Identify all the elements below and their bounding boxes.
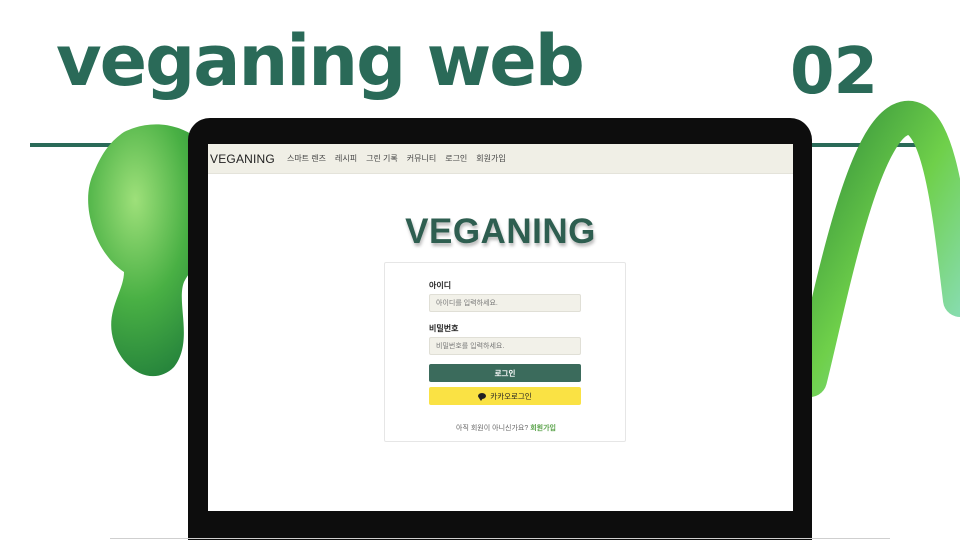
signup-prompt-row: 아직 회원이 아니신가요? 회원가입: [385, 423, 627, 433]
nav-item-community[interactable]: 커뮤니티: [407, 153, 436, 164]
brand-heading: VEGANING: [405, 212, 596, 251]
id-input[interactable]: 아이디를 입력하세요.: [429, 294, 581, 312]
nav-item-signup[interactable]: 회원가입: [476, 153, 505, 164]
laptop-screen: VEGANING 스마트 렌즈 레시피 그린 기록 커뮤니티 로그인 회원가입 …: [208, 144, 793, 511]
chat-bubble-icon: [478, 393, 487, 401]
green-tube-decoration: [793, 100, 960, 397]
bottom-divider: [110, 538, 890, 539]
slide-number: 02: [790, 35, 878, 109]
id-label: 아이디: [429, 281, 452, 290]
password-input[interactable]: 비밀번호를 입력하세요.: [429, 337, 581, 355]
nav-item-login[interactable]: 로그인: [445, 153, 467, 164]
site-navbar: VEGANING 스마트 렌즈 레시피 그린 기록 커뮤니티 로그인 회원가입: [208, 144, 793, 174]
kakao-login-label: 카카오로그인: [490, 391, 532, 401]
kakao-login-button[interactable]: 카카오로그인: [429, 387, 581, 405]
login-button[interactable]: 로그인: [429, 364, 581, 382]
password-label: 비밀번호: [429, 324, 459, 333]
site-logo[interactable]: VEGANING: [210, 152, 275, 166]
signup-prompt: 아직 회원이 아니신가요?: [456, 425, 529, 432]
nav-item-smart-lens[interactable]: 스마트 렌즈: [287, 153, 326, 164]
signup-link[interactable]: 회원가입: [530, 425, 556, 432]
nav-item-green-record[interactable]: 그린 기록: [366, 153, 398, 164]
nav-item-recipe[interactable]: 레시피: [335, 153, 357, 164]
slide-title: veganing web: [56, 20, 585, 102]
login-form-card: 아이디 아이디를 입력하세요. 비밀번호 비밀번호를 입력하세요. 로그인 카카…: [384, 262, 626, 442]
